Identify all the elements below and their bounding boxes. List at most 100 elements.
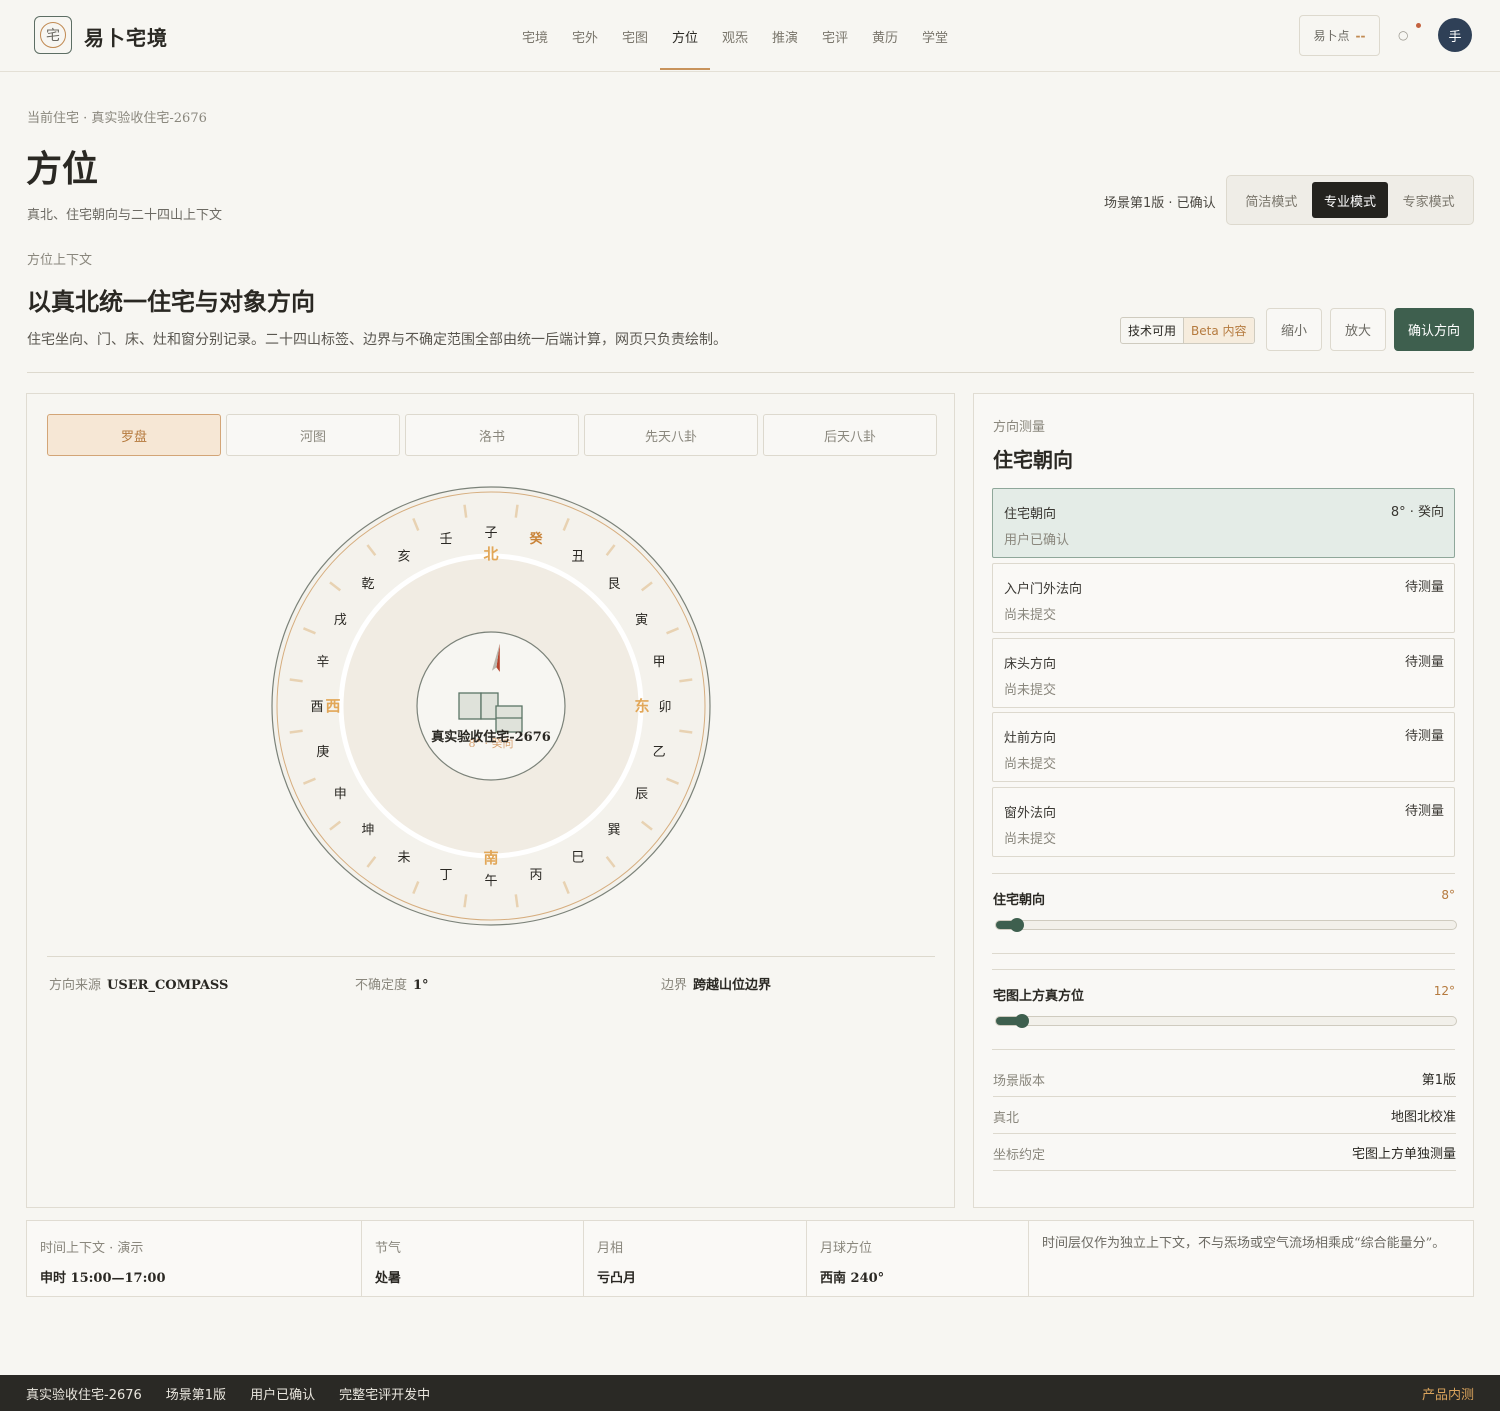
source-divider	[47, 956, 935, 957]
tab-houtian-bagua[interactable]: 后天八卦	[763, 414, 937, 456]
notification-icon[interactable]: ○	[1398, 28, 1420, 50]
card-value: 待测量	[1404, 729, 1444, 744]
info-row-scene-version: 场景版本 第1版	[993, 1060, 1456, 1097]
nav-item-tuiyan[interactable]: 推演	[760, 0, 810, 72]
mountain-label: 坤	[361, 823, 374, 838]
compass-tick	[514, 504, 519, 518]
mountain-label: 丁	[439, 868, 452, 883]
source-item: 方向来源 USER_COMPASS	[49, 974, 228, 993]
beta-badge-label: Beta 内容	[1184, 318, 1254, 343]
card-name: 灶前方向	[1004, 731, 1057, 746]
time-context-bar: 时间上下文 · 演示 申时 15:00—17:00 节气 处暑 月相 亏凸月 月…	[26, 1220, 1474, 1297]
nav-item-huangli[interactable]: 黄历	[860, 0, 910, 72]
nav-item-zhaiwai[interactable]: 宅外	[560, 0, 610, 72]
avatar[interactable]: 手	[1438, 18, 1472, 52]
mountain-label: 亥	[397, 549, 410, 564]
footer-dev-status: 完整宅评开发中	[339, 1387, 431, 1403]
mountain-label: 子	[484, 526, 497, 541]
compass-tick	[514, 894, 519, 908]
boundary-value: 跨越山位边界	[693, 978, 772, 993]
compass-tick	[289, 729, 303, 734]
card-bed-head[interactable]: 床头方向 待测量 尚未提交	[992, 638, 1455, 708]
nav-item-zhaitu[interactable]: 宅图	[610, 0, 660, 72]
divider	[992, 873, 1455, 874]
time-cell-moon-phase: 月相 亏凸月	[584, 1221, 807, 1296]
nav-item-xuetang[interactable]: 学堂	[910, 0, 960, 72]
compass-tick	[679, 678, 693, 683]
footer-beta-label: 产品内测	[1421, 1387, 1474, 1403]
points-label: 易卜点	[1313, 29, 1350, 43]
mountain-label: 戌	[334, 613, 347, 628]
card-status: 尚未提交	[1004, 608, 1057, 623]
nav-item-zhaijing[interactable]: 宅境	[510, 0, 560, 72]
card-door-normal[interactable]: 入户门外法向 待测量 尚未提交	[992, 563, 1455, 633]
slider-map-north[interactable]	[995, 1014, 1457, 1028]
mode-pro-button[interactable]: 专业模式	[1311, 182, 1389, 218]
tab-luopan[interactable]: 罗盘	[47, 414, 221, 456]
mode-expert-button[interactable]: 专家模式	[1390, 182, 1467, 218]
mountain-label: 卯	[658, 700, 671, 715]
time-value: 申时 15:00—17:00	[40, 1271, 166, 1286]
center-house-name: 真实验收住宅-2676	[431, 729, 551, 745]
cardinal-west: 西	[325, 697, 340, 715]
mountain-label: 辛	[316, 655, 329, 670]
compass-dial[interactable]: 子癸丑艮寅甲卯乙辰巽巳丙午丁未坤申庚酉辛戌乾亥壬 北 东 南 西 8° · 癸向…	[270, 485, 712, 927]
mountain-label: 丑	[571, 549, 584, 564]
mountain-label: 未	[397, 851, 410, 866]
mountain-label: 乾	[361, 577, 374, 592]
slider-map-north-label: 宅图上方真方位	[993, 989, 1085, 1004]
zoom-in-button[interactable]: 放大	[1330, 308, 1386, 351]
time-cell-moon-direction: 月球方位 西南 240°	[807, 1221, 1029, 1296]
scene-status: 场景第1版 · 已确认	[1104, 196, 1216, 211]
footer-confirmed: 用户已确认	[250, 1387, 316, 1403]
time-note: 时间层仅作为独立上下文，不与炁场或空气流场相乘成“综合能量分”。	[1042, 1236, 1446, 1251]
mountain-label: 辰	[635, 787, 648, 802]
time-value: 西南 240°	[820, 1271, 885, 1286]
confirm-direction-button[interactable]: 确认方向	[1394, 308, 1474, 351]
time-key: 时间上下文 · 演示	[40, 1241, 144, 1256]
view-tabs: 罗盘 河图 洛书 先天八卦 后天八卦	[47, 414, 937, 456]
slider-thumb[interactable]	[1009, 918, 1024, 932]
mountain-label: 寅	[635, 612, 648, 628]
divider	[992, 969, 1455, 970]
tab-luoshu[interactable]: 洛书	[405, 414, 579, 456]
time-cell-note: 时间层仅作为独立上下文，不与炁场或空气流场相乘成“综合能量分”。	[1029, 1221, 1473, 1296]
slider-thumb[interactable]	[1014, 1014, 1029, 1028]
info-key: 场景版本	[993, 1074, 1046, 1089]
card-name: 住宅朝向	[1004, 507, 1057, 522]
card-status: 尚未提交	[1004, 683, 1057, 698]
tab-xiantian-bagua[interactable]: 先天八卦	[584, 414, 758, 456]
nav-item-fangwei[interactable]: 方位	[660, 0, 710, 72]
card-window-normal[interactable]: 窗外法向 待测量 尚未提交	[992, 787, 1455, 857]
nav-item-zhaiping[interactable]: 宅评	[810, 0, 860, 72]
cardinal-south: 南	[483, 849, 498, 867]
card-value: 待测量	[1404, 580, 1444, 595]
logo[interactable]: 宅	[34, 16, 72, 54]
time-value: 亏凸月	[597, 1271, 637, 1286]
nav-item-guanqi[interactable]: 观炁	[710, 0, 760, 72]
card-name: 入户门外法向	[1004, 582, 1083, 597]
tab-hetu[interactable]: 河图	[226, 414, 400, 456]
mountain-label: 酉	[310, 700, 323, 715]
card-house-facing[interactable]: 住宅朝向 8° · 癸向 用户已确认	[992, 488, 1455, 558]
brand-name: 易卜宅境	[84, 26, 168, 50]
page-subtitle: 真北、住宅朝向与二十四山上下文	[27, 208, 223, 223]
status-footer: 真实验收住宅-2676 场景第1版 用户已确认 完整宅评开发中 产品内测	[0, 1375, 1500, 1411]
compass-tick	[463, 504, 468, 518]
points-button[interactable]: 易卜点 --	[1299, 15, 1380, 56]
measure-label: 方向测量	[993, 420, 1046, 435]
time-cell-solar-term: 节气 处暑	[362, 1221, 584, 1296]
top-header: 宅 易卜宅境 宅境 宅外 宅图 方位 观炁 推演 宅评 黄历 学堂 易卜点 --…	[0, 0, 1500, 72]
mode-simple-button[interactable]: 简洁模式	[1233, 182, 1310, 218]
info-row-true-north: 真北 地图北校准	[993, 1097, 1456, 1134]
slider-house-facing[interactable]	[995, 918, 1457, 932]
logo-mark: 宅	[40, 22, 66, 48]
mode-switch: 简洁模式 专业模式 专家模式	[1226, 175, 1474, 225]
slider-map-north-value: 12°	[1433, 984, 1455, 998]
cardinal-east: 东	[634, 697, 649, 715]
card-stove-front[interactable]: 灶前方向 待测量 尚未提交	[992, 712, 1455, 782]
zoom-out-button[interactable]: 缩小	[1266, 308, 1322, 351]
time-key: 月相	[597, 1241, 624, 1256]
compass-tick	[289, 678, 303, 683]
time-cell-hour: 时间上下文 · 演示 申时 15:00—17:00	[27, 1221, 362, 1296]
